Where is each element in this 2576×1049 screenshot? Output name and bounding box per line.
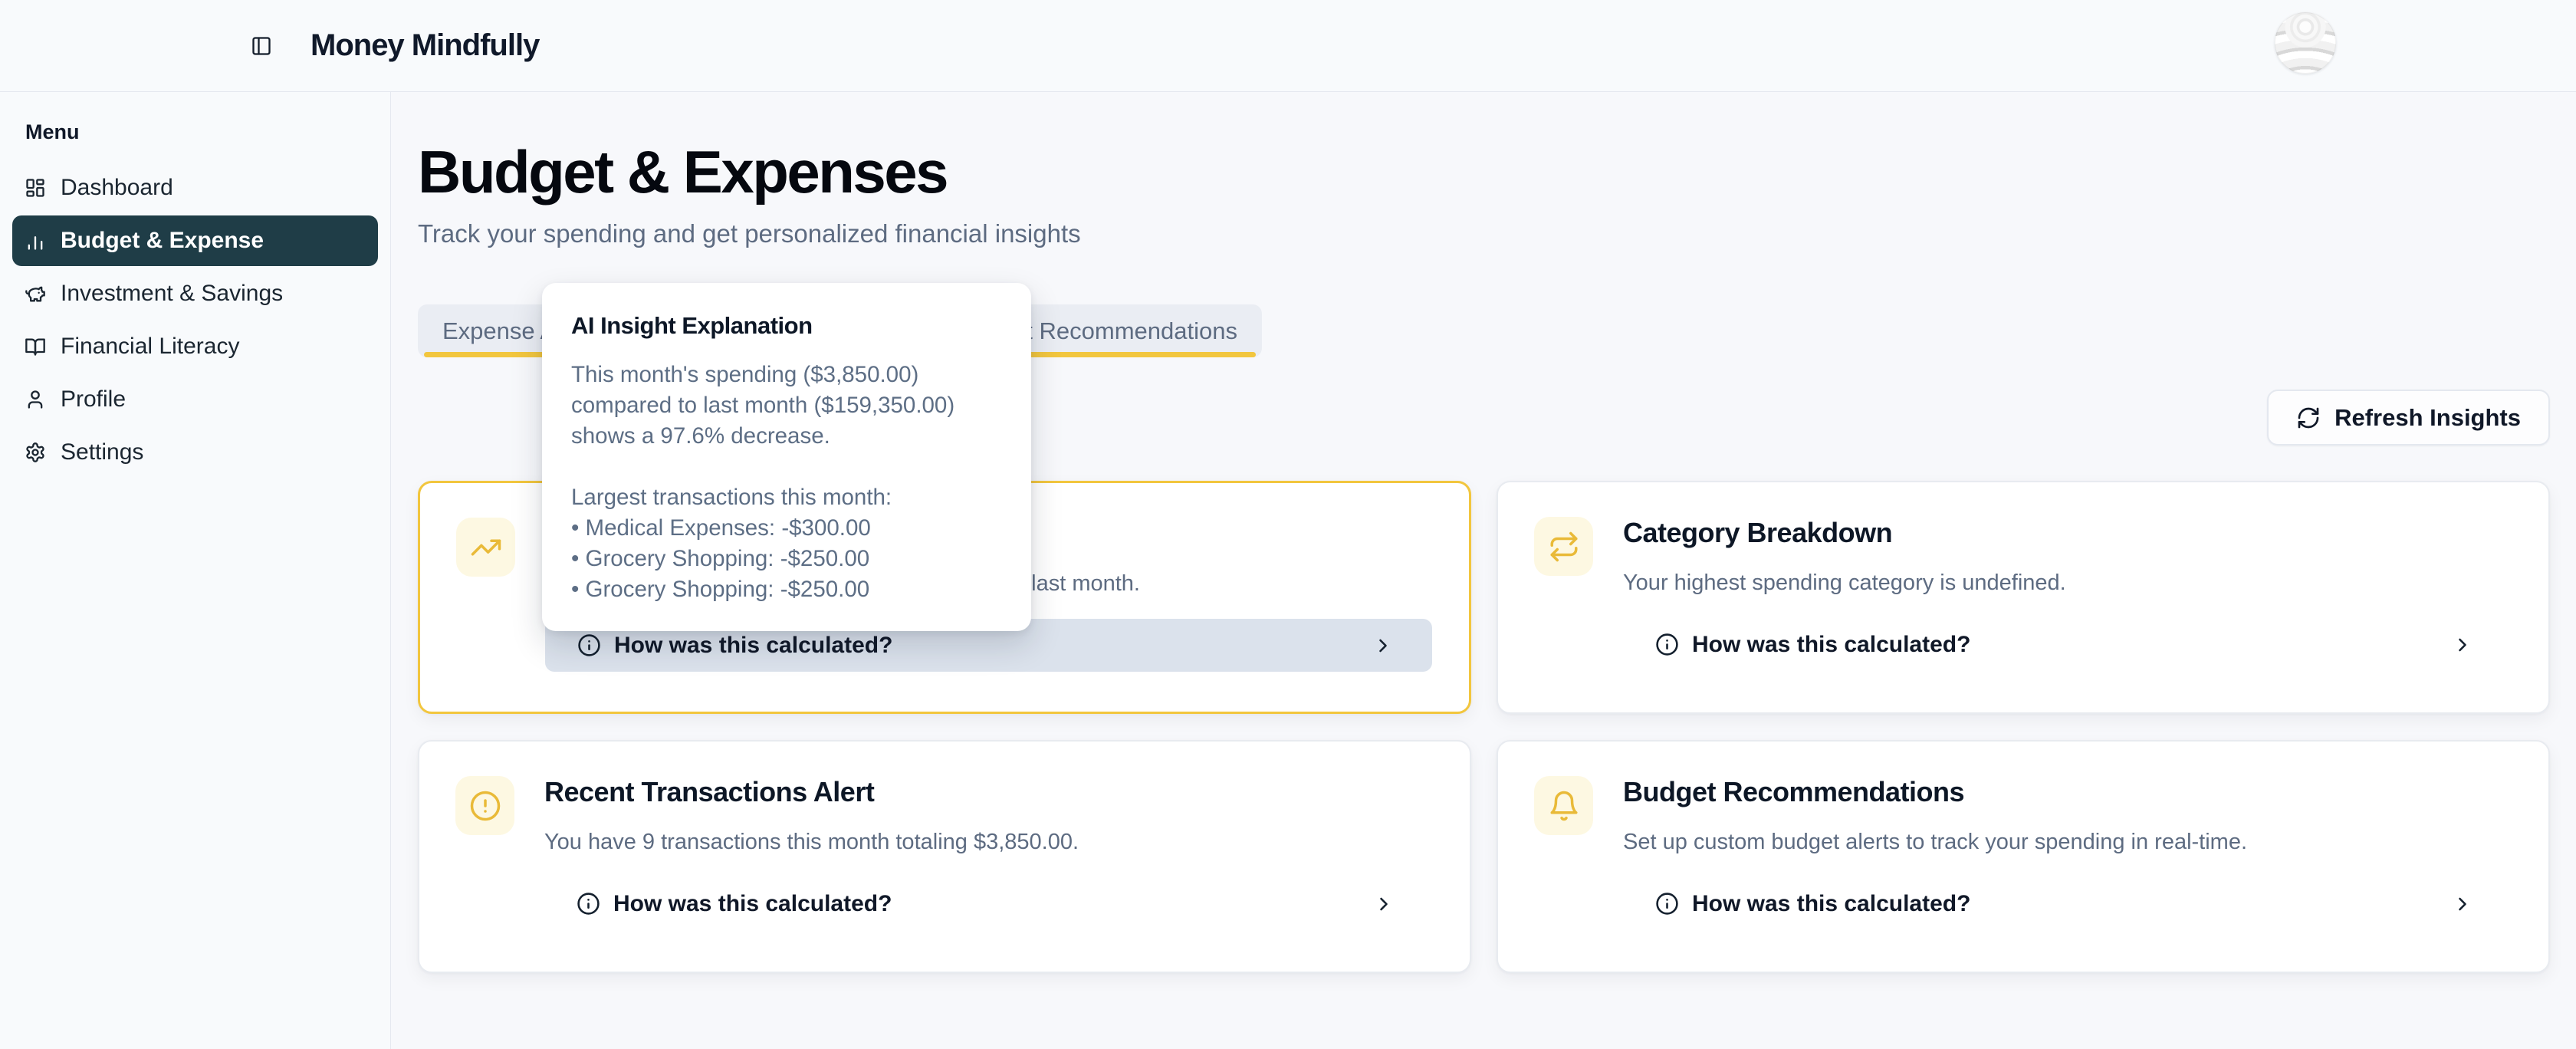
card-body: Budget Recommendations Set up custom bud… <box>1623 776 2512 972</box>
card-title: Recent Transactions Alert <box>544 776 1433 808</box>
card-icon-box <box>456 518 515 577</box>
info-icon <box>577 892 600 916</box>
info-icon <box>1655 892 1679 916</box>
bar-chart-icon <box>25 230 46 252</box>
card-icon-box <box>455 776 514 835</box>
tooltip-paragraph: This month's spending ($3,850.00) compar… <box>571 360 1002 452</box>
how-calculated-label: How was this calculated? <box>1692 891 1970 917</box>
sidebar-item-label: Investment & Savings <box>61 281 283 307</box>
card-category-breakdown: Category Breakdown Your highest spending… <box>1497 481 2550 714</box>
card-recent-transactions-alert: Recent Transactions Alert You have 9 tra… <box>418 740 1471 973</box>
ai-insight-tooltip: AI Insight Explanation This month's spen… <box>542 283 1031 631</box>
sidebar-item-investment-savings[interactable]: Investment & Savings <box>12 268 378 319</box>
avatar[interactable] <box>2275 12 2336 74</box>
how-calculated-button[interactable]: How was this calculated? <box>544 877 1433 930</box>
layout-dashboard-icon <box>25 177 46 199</box>
sidebar-item-label: Settings <box>61 439 143 465</box>
sidebar-item-label: Financial Literacy <box>61 334 239 360</box>
page-title: Budget & Expenses <box>418 140 2550 204</box>
trending-up-icon <box>470 531 502 564</box>
tooltip-list-intro: Largest transactions this month: <box>571 482 1002 513</box>
how-calculated-label: How was this calculated? <box>613 891 892 917</box>
sidebar-item-label: Profile <box>61 386 126 413</box>
app-header: Money Mindfully <box>0 0 2576 92</box>
sidebar-item-profile[interactable]: Profile <box>12 374 378 425</box>
chevron-right-icon <box>2452 893 2473 915</box>
bell-icon <box>1548 790 1580 822</box>
card-icon-box <box>1534 517 1593 576</box>
info-icon <box>577 633 601 657</box>
page-subtitle: Track your spending and get personalized… <box>418 218 2550 250</box>
how-calculated-button[interactable]: How was this calculated? <box>1623 618 2512 671</box>
panel-left-icon <box>251 35 272 57</box>
sidebar-item-label: Budget & Expense <box>61 228 264 254</box>
sidebar-item-budget-expense[interactable]: Budget & Expense <box>12 215 378 266</box>
alert-circle-icon <box>469 790 501 822</box>
book-open-icon <box>25 336 46 357</box>
chevron-right-icon <box>1373 893 1395 915</box>
tooltip-bullet: • Grocery Shopping: -$250.00 <box>571 574 1002 605</box>
tooltip-bullet: • Grocery Shopping: -$250.00 <box>571 544 1002 574</box>
tooltip-bullet: • Medical Expenses: -$300.00 <box>571 513 1002 544</box>
card-icon-box <box>1534 776 1593 835</box>
chevron-right-icon <box>1372 635 1394 656</box>
card-budget-recommendations: Budget Recommendations Set up custom bud… <box>1497 740 2550 973</box>
how-calculated-button[interactable]: How was this calculated? <box>1623 877 2512 930</box>
card-title: Category Breakdown <box>1623 517 2512 549</box>
user-icon <box>25 389 46 410</box>
info-icon <box>1655 633 1679 656</box>
sidebar-toggle-button[interactable] <box>251 35 272 57</box>
piggy-bank-icon <box>25 283 46 304</box>
card-description: You have 9 transactions this month total… <box>544 828 1433 856</box>
sidebar-item-financial-literacy[interactable]: Financial Literacy <box>12 321 378 372</box>
refresh-icon <box>2296 406 2321 430</box>
card-body: Recent Transactions Alert You have 9 tra… <box>544 776 1433 972</box>
sidebar-item-settings[interactable]: Settings <box>12 427 378 478</box>
sidebar: Menu Dashboard Budget & Expense Investme… <box>0 92 391 1049</box>
app-title: Money Mindfully <box>310 28 539 63</box>
how-calculated-label: How was this calculated? <box>1692 632 1970 658</box>
card-body: Category Breakdown Your highest spending… <box>1623 517 2512 712</box>
sidebar-item-label: Dashboard <box>61 175 173 201</box>
tooltip-title: AI Insight Explanation <box>571 312 1002 340</box>
refresh-insights-label: Refresh Insights <box>2334 404 2521 432</box>
sidebar-item-dashboard[interactable]: Dashboard <box>12 163 378 213</box>
chevron-right-icon <box>2452 634 2473 656</box>
sidebar-nav: Dashboard Budget & Expense Investment & … <box>0 163 390 478</box>
sidebar-section-label: Menu <box>25 120 390 144</box>
gear-icon <box>25 442 46 463</box>
card-title: Budget Recommendations <box>1623 776 2512 808</box>
card-description: Set up custom budget alerts to track you… <box>1623 828 2512 856</box>
how-calculated-label: How was this calculated? <box>614 633 892 659</box>
repeat-icon <box>1548 531 1580 563</box>
refresh-insights-button[interactable]: Refresh Insights <box>2267 390 2550 446</box>
card-description: Your highest spending category is undefi… <box>1623 569 2512 597</box>
